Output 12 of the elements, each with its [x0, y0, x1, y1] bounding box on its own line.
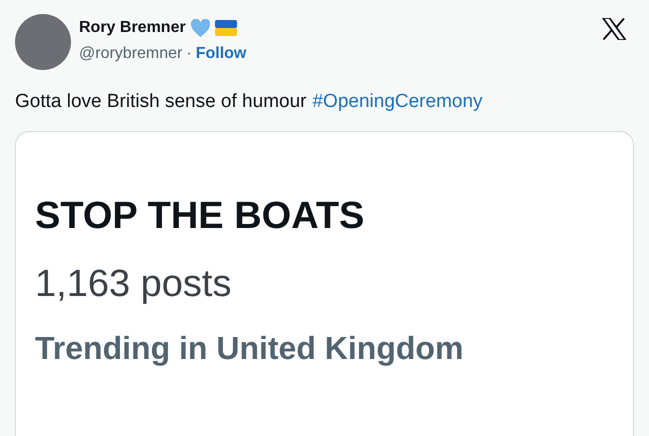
heart-icon	[190, 18, 211, 38]
trend-headline: STOP THE BOATS	[35, 194, 366, 238]
x-logo-icon	[602, 18, 626, 40]
trend-location: Trending in United Kingdom	[35, 328, 464, 368]
flag-icon	[214, 20, 237, 36]
author-handle: @rorybremner	[79, 44, 182, 64]
follow-link[interactable]: Follow	[196, 42, 246, 66]
separator-dot: ·	[186, 44, 192, 64]
author-name: Rory Bremner	[79, 18, 186, 38]
hashtag-link[interactable]: #OpeningCeremony	[312, 91, 483, 112]
tweet-text: Gotta love British sense of humour #OpeningCeremony	[15, 90, 484, 114]
post-count: 1,163 posts	[35, 262, 232, 306]
